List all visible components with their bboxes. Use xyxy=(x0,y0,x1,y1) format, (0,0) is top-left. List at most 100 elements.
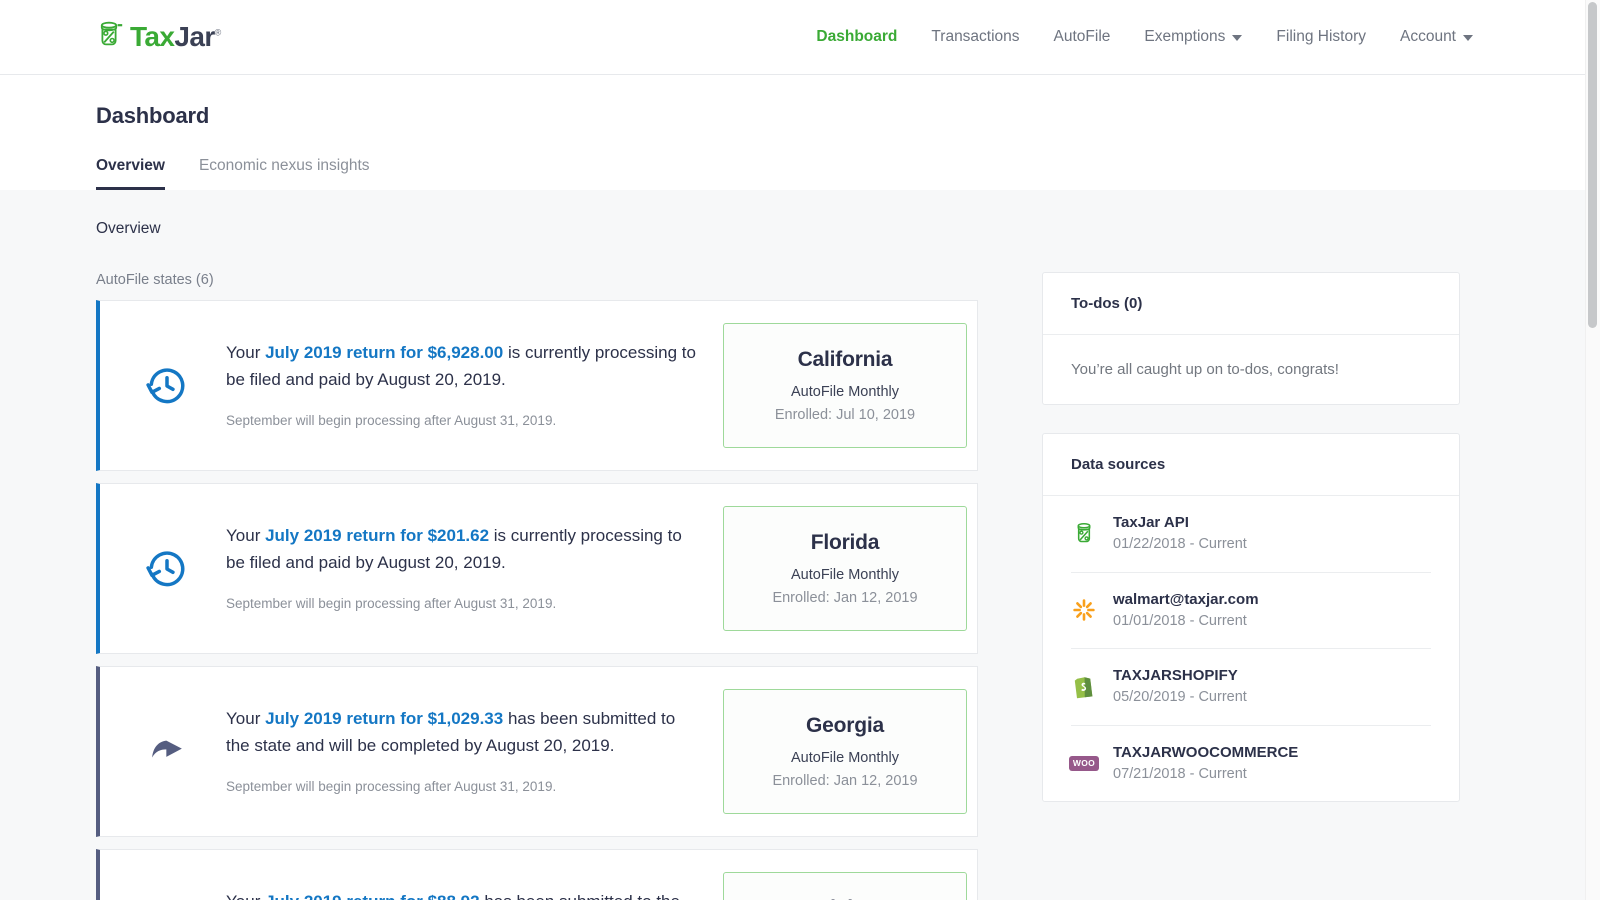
data-source-row-shopify[interactable]: TAXJARSHOPIFY 05/20/2019 - Current xyxy=(1071,649,1431,726)
todos-panel-title: To-dos (0) xyxy=(1043,273,1459,335)
data-source-name: TAXJARWOOCOMMERCE xyxy=(1113,743,1298,763)
data-source-date-range: 01/22/2018 - Current xyxy=(1113,534,1247,554)
page-header: Dashboard Overview Economic nexus insigh… xyxy=(0,75,1600,190)
chevron-down-icon xyxy=(1463,35,1473,41)
page-scrollbar[interactable] xyxy=(1585,0,1600,900)
autofile-states-column: AutoFile states (6) Your July 2019 retur… xyxy=(96,272,978,900)
state-name: California xyxy=(734,348,956,372)
arrow-forward-icon xyxy=(136,732,198,772)
state-name: Georgia xyxy=(734,714,956,738)
clock-history-icon xyxy=(136,548,198,590)
registered-mark: ® xyxy=(215,28,221,38)
return-amount-link[interactable]: July 2019 return for $6,928.00 xyxy=(265,343,503,362)
autofile-card-georgia[interactable]: Your July 2019 return for $1,029.33 has … xyxy=(96,666,978,837)
taxjar-jar-icon xyxy=(1071,521,1097,547)
state-plan: AutoFile Monthly xyxy=(734,384,956,400)
autofile-note: September will begin processing after Au… xyxy=(226,594,697,614)
autofile-card-text: Your July 2019 return for $88.92 has bee… xyxy=(198,889,723,900)
data-source-info: TAXJARWOOCOMMERCE 07/21/2018 - Current xyxy=(1113,743,1298,785)
message-prefix: Your xyxy=(226,343,265,362)
tab-economic-nexus-insights-label: Economic nexus insights xyxy=(199,157,370,174)
autofile-card-text: Your July 2019 return for $201.62 is cur… xyxy=(198,523,723,614)
autofile-states-label: AutoFile states (6) xyxy=(96,272,978,288)
state-name: Florida xyxy=(734,531,956,555)
state-box-california[interactable]: California AutoFile Monthly Enrolled: Ju… xyxy=(723,323,967,448)
data-source-date-range: 01/01/2018 - Current xyxy=(1113,611,1259,631)
data-source-row-walmart[interactable]: walmart@taxjar.com 01/01/2018 - Current xyxy=(1071,573,1431,650)
sidebar-column: To-dos (0) You’re all caught up on to-do… xyxy=(1042,272,1460,830)
data-sources-list: TaxJar API 01/22/2018 - Current xyxy=(1043,496,1459,801)
return-amount-link[interactable]: July 2019 return for $88.92 xyxy=(265,892,480,900)
walmart-spark-icon xyxy=(1071,597,1097,623)
autofile-card-text: Your July 2019 return for $6,928.00 is c… xyxy=(198,340,723,431)
state-plan: AutoFile Monthly xyxy=(734,750,956,766)
autofile-note: September will begin processing after Au… xyxy=(226,777,697,797)
data-source-date-range: 07/21/2018 - Current xyxy=(1113,764,1298,784)
autofile-card-text: Your July 2019 return for $1,029.33 has … xyxy=(198,706,723,797)
message-prefix: Your xyxy=(226,892,265,900)
state-box-georgia[interactable]: Georgia AutoFile Monthly Enrolled: Jan 1… xyxy=(723,689,967,814)
chevron-down-icon xyxy=(1232,35,1242,41)
nav-label-account: Account xyxy=(1400,28,1456,46)
autofile-message: Your July 2019 return for $88.92 has bee… xyxy=(226,889,697,900)
shopify-bag-icon xyxy=(1071,674,1097,700)
autofile-card-california[interactable]: Your July 2019 return for $6,928.00 is c… xyxy=(96,300,978,471)
state-enrolled-date: Enrolled: Jul 10, 2019 xyxy=(734,407,956,423)
nav-label-transactions: Transactions xyxy=(931,28,1019,46)
return-amount-link[interactable]: July 2019 return for $201.62 xyxy=(265,526,489,545)
todos-panel: To-dos (0) You’re all caught up on to-do… xyxy=(1042,272,1460,405)
message-prefix: Your xyxy=(226,526,265,545)
brand-word-tax: Tax xyxy=(130,21,174,52)
autofile-message: Your July 2019 return for $201.62 is cur… xyxy=(226,523,697,577)
message-prefix: Your xyxy=(226,709,265,728)
woocommerce-icon: WOO xyxy=(1071,750,1097,776)
woocommerce-badge-label: WOO xyxy=(1069,756,1099,771)
autofile-note: September will begin processing after Au… xyxy=(226,411,697,431)
nav-item-exemptions[interactable]: Exemptions xyxy=(1127,28,1259,46)
tab-economic-nexus-insights[interactable]: Economic nexus insights xyxy=(199,157,370,190)
autofile-message: Your July 2019 return for $6,928.00 is c… xyxy=(226,340,697,394)
page-title: Dashboard xyxy=(96,103,1504,129)
data-source-name: TAXJARSHOPIFY xyxy=(1113,666,1247,686)
dashboard-columns: AutoFile states (6) Your July 2019 retur… xyxy=(96,272,1504,900)
data-source-info: TaxJar API 01/22/2018 - Current xyxy=(1113,513,1247,555)
state-plan: AutoFile Monthly xyxy=(734,567,956,583)
state-box-florida[interactable]: Florida AutoFile Monthly Enrolled: Jan 1… xyxy=(723,506,967,631)
autofile-card-florida[interactable]: Your July 2019 return for $201.62 is cur… xyxy=(96,483,978,654)
page-scrollbar-thumb[interactable] xyxy=(1588,2,1597,328)
todos-empty-message: You’re all caught up on to-dos, congrats… xyxy=(1071,361,1431,378)
nav-label-dashboard: Dashboard xyxy=(816,28,897,46)
state-enrolled-date: Enrolled: Jan 12, 2019 xyxy=(734,590,956,606)
nav-label-autofile: AutoFile xyxy=(1054,28,1111,46)
dashboard-tabs: Overview Economic nexus insights xyxy=(96,157,1504,190)
data-source-name: TaxJar API xyxy=(1113,513,1247,533)
brand-wordmark: TaxJar® xyxy=(130,23,221,51)
taxjar-jar-icon xyxy=(96,20,126,55)
nav-label-exemptions: Exemptions xyxy=(1144,28,1225,46)
autofile-message: Your July 2019 return for $1,029.33 has … xyxy=(226,706,697,760)
autofile-card-idaho[interactable]: Your July 2019 return for $88.92 has bee… xyxy=(96,849,978,900)
brand-word-jar: Jar xyxy=(174,21,214,52)
state-box-idaho[interactable]: Idaho AutoFile Monthly Enrolled: Jan 12,… xyxy=(723,872,967,900)
state-enrolled-date: Enrolled: Jan 12, 2019 xyxy=(734,773,956,789)
tab-overview-label: Overview xyxy=(96,157,165,174)
nav-item-account[interactable]: Account xyxy=(1383,28,1490,46)
data-source-name: walmart@taxjar.com xyxy=(1113,590,1259,610)
nav-item-dashboard[interactable]: Dashboard xyxy=(799,28,914,46)
nav-item-autofile[interactable]: AutoFile xyxy=(1037,28,1128,46)
taxjar-logo[interactable]: TaxJar® xyxy=(96,20,221,55)
primary-nav-links: Dashboard Transactions AutoFile Exemptio… xyxy=(799,28,1490,46)
nav-item-transactions[interactable]: Transactions xyxy=(914,28,1036,46)
data-source-row-woocommerce[interactable]: WOO TAXJARWOOCOMMERCE 07/21/2018 - Curre… xyxy=(1071,726,1431,802)
top-navigation-bar: TaxJar® Dashboard Transactions AutoFile … xyxy=(0,0,1600,75)
dashboard-body: Overview AutoFile states (6) Your July 2… xyxy=(0,190,1600,900)
todos-panel-body: You’re all caught up on to-dos, congrats… xyxy=(1043,335,1459,404)
data-source-row-taxjar-api[interactable]: TaxJar API 01/22/2018 - Current xyxy=(1071,496,1431,573)
return-amount-link[interactable]: July 2019 return for $1,029.33 xyxy=(265,709,503,728)
clock-history-icon xyxy=(136,365,198,407)
tab-overview[interactable]: Overview xyxy=(96,157,165,190)
nav-label-filing-history: Filing History xyxy=(1276,28,1366,46)
nav-item-filing-history[interactable]: Filing History xyxy=(1259,28,1383,46)
data-source-info: walmart@taxjar.com 01/01/2018 - Current xyxy=(1113,590,1259,632)
data-sources-panel: Data sources xyxy=(1042,433,1460,802)
